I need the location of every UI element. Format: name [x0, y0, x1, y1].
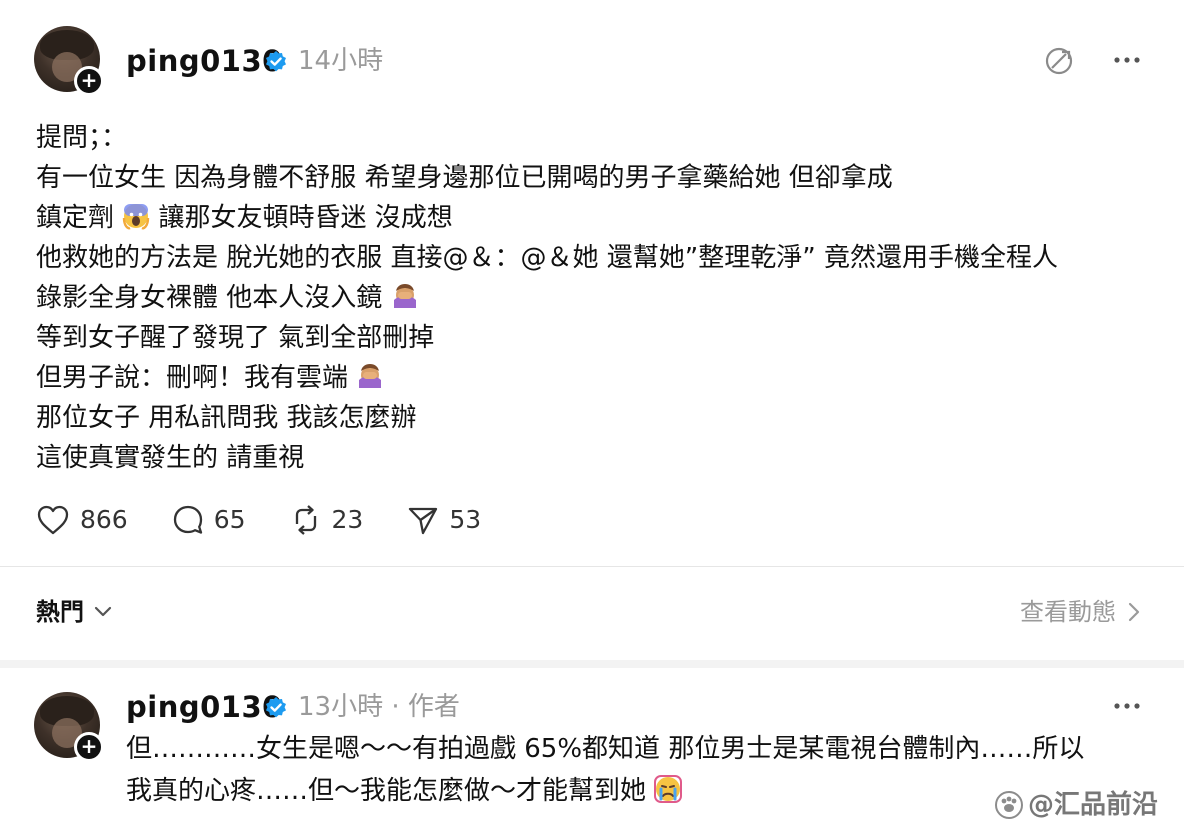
section-separator	[0, 660, 1184, 668]
comment-bubble-icon	[173, 505, 202, 534]
post-line-with-emoji: 鎮定劑 讓那女友頓時昏迷 沒成想	[36, 198, 1146, 238]
sort-dropdown[interactable]: 熱門	[36, 592, 112, 632]
post-line: 等到女子醒了發現了 氣到全部刪掉	[36, 323, 435, 353]
post-line: 他救她的方法是 脫光她的衣服 直接@＆：@＆她 還幫她”整理乾淨” 竟然還用手機…	[36, 243, 1058, 273]
chevron-right-icon	[1128, 602, 1140, 622]
sort-label: 熱門	[36, 598, 84, 626]
comment-count: 65	[213, 505, 246, 534]
post-line-text: 錄影全身女裸體 他本人沒入鏡	[36, 283, 383, 313]
more-options-icon[interactable]	[1112, 50, 1142, 70]
author-reply: + ping0130 13小時 · 作者 但…………女生是嗯～～有拍過戲 65%…	[0, 668, 1184, 840]
reply-username[interactable]: ping0130	[126, 690, 283, 724]
reply-line: 但…………女生是嗯～～有拍過戲 65%都知道 那位男士是某電視台體制內……所以	[126, 734, 1085, 764]
share-button[interactable]: 53	[407, 504, 481, 536]
post-line-text: 讓那女友頓時昏迷 沒成想	[158, 203, 453, 233]
share-count: 53	[449, 505, 482, 534]
verified-badge-icon	[266, 697, 286, 718]
thread-post: + ping0130 14小時 提問；： 有一位女生 因為身體不舒服 希望身邊那…	[0, 0, 1184, 660]
post-time: 14小時	[298, 46, 384, 76]
verified-badge-icon	[266, 51, 286, 72]
send-arrow-icon	[409, 507, 438, 535]
post-username[interactable]: ping0130	[126, 44, 283, 78]
reply-meta: 13小時 · 作者	[298, 692, 460, 722]
screaming-face-emoji-icon	[123, 204, 150, 230]
post-actions: 866 65 23 53	[36, 500, 525, 540]
repost-button[interactable]: 23	[290, 504, 364, 536]
post-line-with-emoji: 錄影全身女裸體 他本人沒入鏡	[36, 278, 1146, 318]
heart-icon	[37, 505, 69, 535]
divider	[0, 566, 1184, 567]
repost-icon	[295, 505, 316, 535]
post-line-text: 鎮定劑	[36, 203, 115, 233]
post-line-text: 但男子說：刪啊！我有雲端	[36, 363, 349, 393]
post-line: 那位女子 用私訊問我 我該怎麼辦	[36, 403, 417, 433]
view-activity-link[interactable]: 查看動態	[1020, 592, 1140, 632]
facepalm-emoji-icon	[393, 284, 416, 308]
facepalm-emoji-icon	[359, 364, 382, 388]
reply-line-text: 我真的心疼……但～我能怎麼做～才能幫到她	[126, 776, 647, 806]
follow-plus-icon[interactable]: +	[74, 66, 104, 96]
comment-button[interactable]: 65	[172, 504, 246, 536]
watermark: @汇品前沿	[994, 788, 1158, 822]
view-activity-label: 查看動態	[1020, 598, 1116, 626]
post-body: 提問；： 有一位女生 因為身體不舒服 希望身邊那位已開喝的男子拿藥給她 但卻拿成…	[36, 118, 1146, 478]
post-line-with-emoji: 但男子說：刪啊！我有雲端	[36, 358, 1146, 398]
post-line: 提問；：	[36, 123, 128, 153]
post-line: 有一位女生 因為身體不舒服 希望身邊那位已開喝的男子拿藥給她 但卻拿成	[36, 163, 893, 193]
more-options-icon[interactable]	[1112, 696, 1142, 716]
watermark-text: @汇品前沿	[1027, 790, 1158, 820]
chevron-down-icon	[94, 606, 112, 617]
like-count: 866	[80, 505, 128, 534]
crying-face-emoji-icon	[654, 775, 683, 803]
repost-count: 23	[331, 505, 364, 534]
translate-icon[interactable]	[1042, 44, 1076, 78]
like-button[interactable]: 866	[36, 504, 128, 536]
follow-plus-icon[interactable]: +	[74, 732, 104, 762]
paw-logo-icon	[994, 791, 1023, 819]
post-line: 這使真實發生的 請重視	[36, 443, 305, 473]
